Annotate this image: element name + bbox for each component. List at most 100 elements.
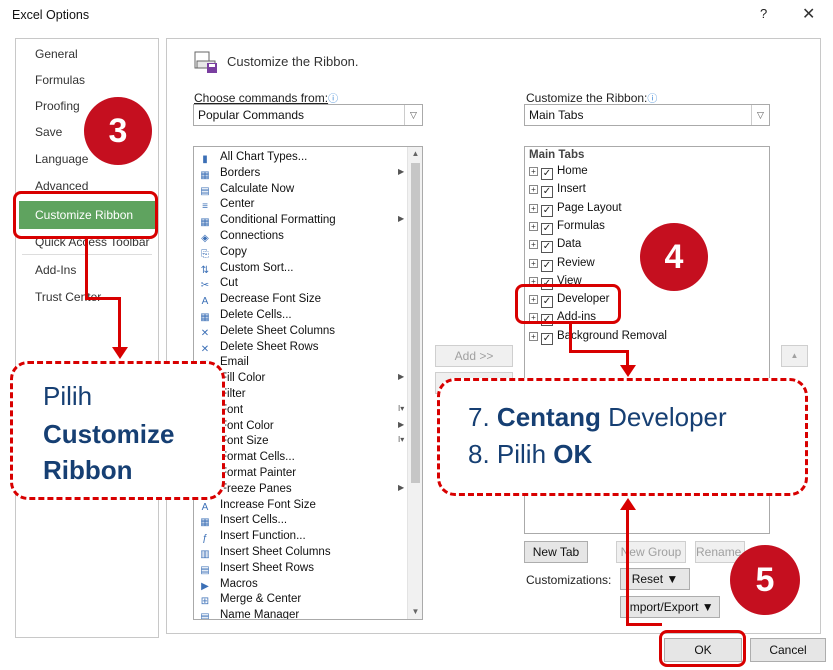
ribbon-tab-item[interactable]: + ✓ Insert [529, 183, 586, 201]
command-item[interactable]: ▦Freeze Panes▶ [198, 483, 408, 499]
reset-button[interactable]: Reset ▼ [620, 568, 690, 590]
highlight-customize-ribbon [13, 191, 158, 239]
checkbox[interactable]: ✓ [541, 332, 553, 345]
move-up-button[interactable]: ▲ [781, 345, 808, 367]
add-button[interactable]: Add >> [435, 345, 513, 367]
nav-item-proofing[interactable]: Proofing [35, 99, 80, 113]
nav-item-add-ins[interactable]: Add-Ins [35, 263, 76, 277]
ribbon-tab-item[interactable]: + ✓ Background Removal [529, 330, 667, 348]
ribbon-tab-item[interactable]: + ✓ Page Layout [529, 202, 622, 220]
note-step-8-bold: OK [553, 439, 593, 469]
checkbox[interactable]: ✓ [541, 204, 553, 217]
help-button[interactable]: ? [760, 6, 767, 21]
command-item[interactable]: ▦Format Cells... [198, 451, 408, 467]
command-item[interactable]: ✉Email [198, 356, 408, 372]
checkbox[interactable]: ✓ [541, 168, 553, 180]
chevron-down-icon[interactable]: ▽ [404, 105, 422, 125]
nav-item-general[interactable]: General [35, 47, 78, 61]
customizations-label: Customizations: [526, 573, 612, 587]
expand-icon[interactable]: + [529, 203, 538, 213]
connector-line [569, 350, 629, 353]
command-label: Increase Font Size [220, 498, 316, 511]
command-item[interactable]: ƒ Insert Function... [198, 530, 408, 546]
choose-commands-select[interactable]: Popular Commands ▽ [193, 104, 423, 126]
command-item[interactable]: FFontI▾ [198, 404, 408, 420]
tree-header: Main Tabs [529, 149, 585, 161]
expand-icon[interactable]: + [529, 167, 538, 176]
copy-icon: ⎘ [201, 248, 209, 260]
cancel-button[interactable]: Cancel [750, 638, 826, 662]
command-item[interactable]: ▶ Macros [198, 578, 408, 594]
nav-item-language[interactable]: Language [35, 152, 88, 166]
insert-cells-icon: ▦ [200, 517, 210, 529]
expand-icon[interactable]: + [529, 331, 538, 341]
command-item[interactable]: ▦ Borders ▶ [198, 167, 408, 183]
nav-item-formulas[interactable]: Formulas [35, 73, 85, 87]
command-item[interactable]: ✕ Delete Sheet Rows [198, 341, 408, 357]
expand-icon[interactable]: + [529, 185, 538, 195]
command-item[interactable]: ✎Format Painter [198, 467, 408, 483]
command-item[interactable]: ▥ Insert Sheet Columns [198, 546, 408, 562]
expand-icon[interactable]: + [529, 240, 538, 250]
command-item[interactable]: ▤ Calculate Now [198, 183, 408, 199]
checkbox[interactable]: ✓ [541, 241, 553, 254]
choose-commands-value: Popular Commands [198, 108, 305, 122]
ribbon-tab-item[interactable]: + ✓ Formulas [529, 220, 605, 238]
note-step-7-bold: Centang [496, 402, 601, 432]
ribbon-tab-label: Formulas [557, 219, 605, 232]
nav-item-save[interactable]: Save [35, 125, 62, 139]
command-item[interactable]: ▦ Insert Cells... [198, 514, 408, 530]
command-item[interactable]: ▦ Conditional Formatting ▶ [198, 214, 408, 230]
customize-ribbon-select[interactable]: Main Tabs ▽ [524, 104, 770, 126]
submenu-arrow-icon: ▶ [398, 372, 405, 382]
command-item[interactable]: ◆Fill Color▶ [198, 372, 408, 388]
checkbox[interactable]: ✓ [541, 259, 553, 272]
checkbox[interactable]: ✓ [541, 222, 553, 235]
connector-line [85, 238, 88, 300]
command-item[interactable]: ▦ Delete Cells... [198, 309, 408, 325]
import-export-button[interactable]: Import/Export ▼ [620, 596, 720, 618]
close-button[interactable]: ✕ [802, 4, 815, 24]
ribbon-tab-item[interactable]: + ✓ Data [529, 238, 581, 256]
new-tab-button[interactable]: New Tab [524, 541, 588, 563]
command-item[interactable]: AFont Color▶ [198, 420, 408, 436]
command-item[interactable]: AFont SizeI▾ [198, 435, 408, 451]
scroll-up-icon[interactable]: ▲ [408, 147, 422, 161]
command-label: Connections [220, 230, 284, 242]
macros-icon: ▶ [201, 580, 209, 592]
command-item[interactable]: A Decrease Font Size [198, 293, 408, 309]
command-item[interactable]: ⎘ Copy [198, 246, 408, 262]
command-label: Font Size [220, 435, 269, 448]
ribbon-tab-item[interactable]: + ✓ Home [529, 165, 588, 183]
command-item[interactable]: ▤ Insert Sheet Rows [198, 562, 408, 578]
commands-list[interactable]: ▮ All Chart Types... ▦ Borders ▶ ▤ Calculate N… [193, 146, 423, 620]
borders-icon: ▦ [200, 169, 210, 181]
command-item[interactable]: ▽Filter [198, 388, 408, 404]
connector-line [118, 297, 121, 349]
checkbox[interactable]: ✓ [541, 186, 553, 199]
connections-icon: ◈ [201, 233, 209, 244]
command-label: Center [220, 198, 255, 211]
command-item[interactable]: ⊞ Merge & Center [198, 593, 408, 609]
chevron-down-icon[interactable]: ▽ [751, 105, 769, 125]
ribbon-tab-label: Page Layout [557, 201, 622, 214]
command-item[interactable]: ▮ All Chart Types... [198, 151, 408, 167]
command-item[interactable]: A Increase Font Size [198, 499, 408, 515]
command-label: Delete Sheet Rows [220, 340, 319, 353]
command-item[interactable]: ◈ Connections [198, 230, 408, 246]
scissors-icon: ✂ [200, 280, 210, 292]
command-item[interactable]: ≡ Center [198, 198, 408, 214]
command-item[interactable]: ⇅ Custom Sort... [198, 262, 408, 278]
ribbon-tab-item[interactable]: + ✓ Review [529, 257, 595, 275]
command-label: All Chart Types... [220, 151, 308, 163]
expand-icon[interactable]: + [529, 221, 538, 231]
command-item[interactable]: ▤ Name Manager [198, 609, 408, 619]
command-item[interactable]: ✂ Cut [198, 277, 408, 293]
scroll-down-icon[interactable]: ▼ [408, 605, 422, 619]
scrollbar-thumb[interactable] [411, 163, 420, 483]
sort-icon: ⇅ [200, 264, 210, 276]
choose-commands-text: Choose commands from: [194, 91, 329, 105]
commands-scrollbar[interactable]: ▲ ▼ [407, 147, 422, 619]
expand-icon[interactable]: + [529, 258, 538, 268]
command-item[interactable]: ✕ Delete Sheet Columns [198, 325, 408, 341]
